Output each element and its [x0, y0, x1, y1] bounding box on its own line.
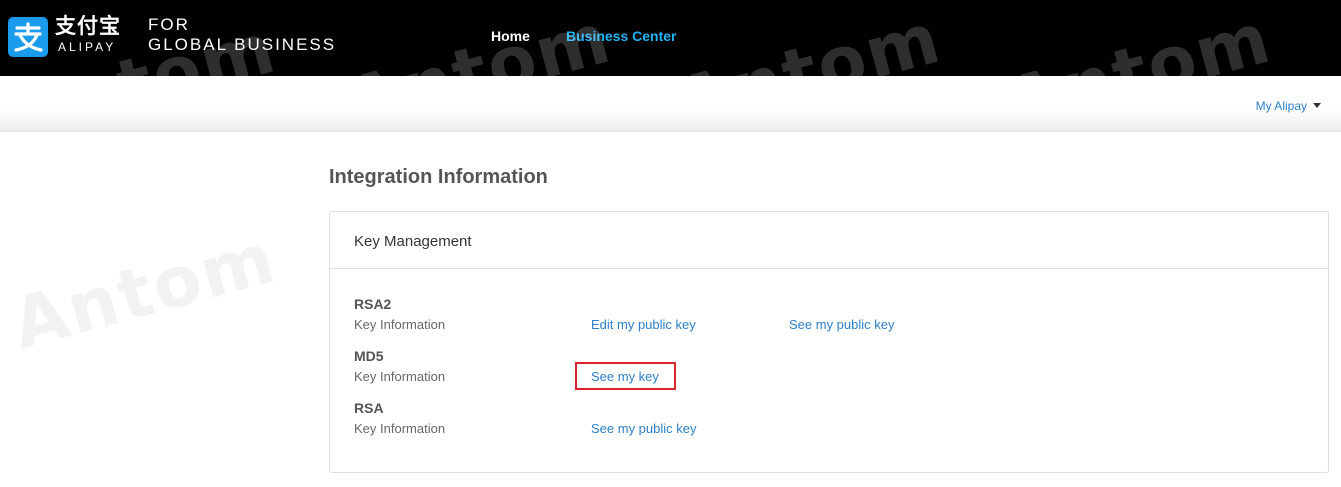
my-alipay-label: My Alipay [1255, 99, 1307, 113]
alipay-logo-icon [8, 17, 48, 57]
tagline-line1: FOR [148, 15, 190, 34]
watermark: Antom [998, 0, 1280, 76]
key-name-rsa2: RSA2 [354, 296, 392, 312]
top-header: 支付宝 ALIPAY FOR GLOBAL BUSINESS Home Busi… [0, 0, 1341, 76]
see-my-key-link[interactable]: See my key [591, 369, 659, 384]
see-public-key-link-rsa2[interactable]: See my public key [789, 317, 895, 332]
key-management-panel: Key Management RSA2 Key Information Edit… [329, 211, 1329, 473]
my-alipay-menu[interactable]: My Alipay [1256, 99, 1321, 113]
key-info-label: Key Information [354, 421, 446, 436]
panel-title: Key Management [354, 233, 472, 250]
key-info-label: Key Information [354, 317, 446, 332]
logo-english-text: ALIPAY [58, 40, 117, 54]
nav-business-center[interactable]: Business Center [566, 28, 676, 44]
watermark: Antom [3, 216, 285, 366]
see-public-key-link-rsa[interactable]: See my public key [591, 421, 697, 436]
panel-header: Key Management [330, 212, 1328, 269]
key-name-rsa: RSA [354, 400, 384, 416]
tagline: FOR GLOBAL BUSINESS [148, 15, 336, 55]
chevron-down-icon [1313, 103, 1321, 108]
logo-chinese-text: 支付宝 [55, 14, 121, 38]
sub-header: My Alipay [0, 76, 1341, 132]
nav-home[interactable]: Home [491, 28, 530, 44]
tagline-line2: GLOBAL BUSINESS [148, 35, 337, 54]
watermark: Antom [668, 0, 950, 76]
key-info-label: Key Information [354, 369, 446, 384]
edit-public-key-link[interactable]: Edit my public key [591, 317, 696, 332]
key-name-md5: MD5 [354, 348, 384, 364]
page-title: Integration Information [329, 166, 548, 188]
